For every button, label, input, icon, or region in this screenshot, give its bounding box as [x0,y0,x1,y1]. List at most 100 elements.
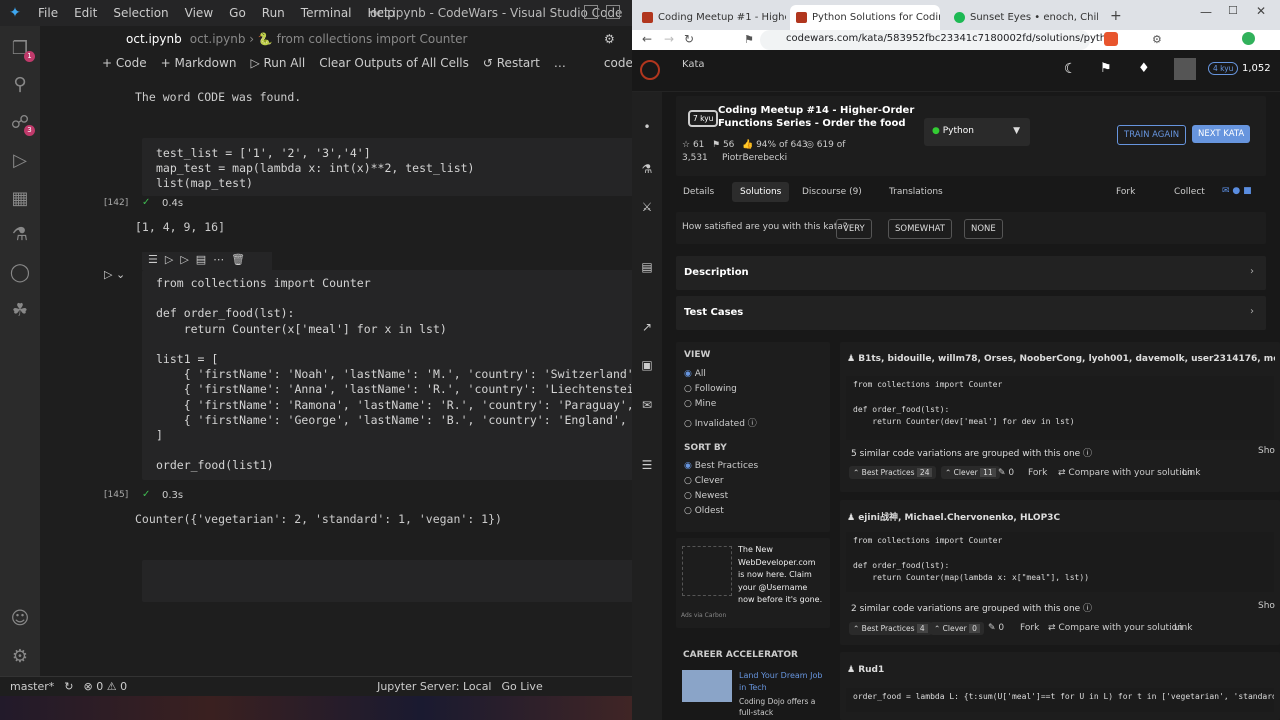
view-all-radio[interactable]: ◉ All [684,369,706,379]
github-icon[interactable]: ◯ [9,262,31,284]
run-debug-icon[interactable]: ▷ [9,150,31,172]
menu-run[interactable]: Run [254,6,293,20]
career-title[interactable]: Land Your Dream Job in Tech [739,670,825,694]
leaders-icon[interactable]: ↗ [640,320,654,334]
test-cases-accordion[interactable]: Test Cases › [676,296,1266,330]
tab-oct-ipynb[interactable]: oct.ipynb [126,32,182,46]
bookmark-icon[interactable]: ⚑ [1100,61,1112,76]
discord-icon[interactable]: ▣ [640,358,654,372]
restart-button[interactable]: ↺ Restart [483,56,540,70]
comments-count[interactable]: ✎ 0 [998,468,1014,478]
maximize-icon[interactable]: ☐ [1228,4,1238,17]
show-link[interactable]: Sho [1258,601,1275,611]
compare-link[interactable]: ⇄ Compare with your solution [1048,623,1183,633]
rate-none-button[interactable]: NONE [964,219,1003,239]
tab-solutions[interactable]: Solutions [732,182,790,202]
layout-panel-icon[interactable] [606,5,620,19]
more-actions-button[interactable]: … [554,56,566,70]
menu-file[interactable]: File [30,6,66,20]
sort-oldest-radio[interactable]: ○ Oldest [684,506,724,516]
extensions-icon[interactable]: ⚙ [1152,33,1162,46]
view-following-radio[interactable]: ○ Following [684,384,737,394]
best-practices-vote[interactable]: ⌃ Best Practices 24 [849,466,937,479]
minimize-icon[interactable]: — [1200,5,1212,19]
extensions-icon[interactable]: ▦ [9,188,31,210]
run-cell-icon[interactable]: ▷ ⌄ [104,268,125,281]
run-all-button[interactable]: ▷ Run All [250,56,305,70]
solution-authors[interactable]: ♟ B1ts, bidouille, willm78, Orses, Noobe… [847,354,1275,364]
collect-button[interactable]: Collect [1174,187,1205,197]
chat-icon[interactable]: ✉ [640,398,654,412]
view-mine-radio[interactable]: ○ Mine [684,399,716,409]
go-live-button[interactable]: Go Live [502,680,543,693]
gear-icon[interactable]: ⚙ [604,32,615,46]
best-practices-vote[interactable]: ⌃ Best Practices 4 [849,622,932,635]
docs-icon[interactable]: ☰ [640,458,654,472]
layout-toggle-icon[interactable] [584,5,598,19]
fork-link[interactable]: Fork [1020,623,1039,633]
tab-translations[interactable]: Translations [889,187,943,197]
rate-very-button[interactable]: VERY [836,219,872,239]
show-link[interactable]: Sho [1258,446,1275,456]
train-again-button[interactable]: TRAIN AGAIN [1117,125,1187,145]
practice-icon[interactable]: ⚗ [640,162,654,176]
kernel-selector[interactable]: codewars (Pyt [604,56,632,70]
tab-discourse[interactable]: Discourse (9) [802,187,862,197]
python-icon[interactable]: ☘ [9,300,31,322]
testing-icon[interactable]: ⚗ [9,224,31,246]
share-icons[interactable]: ✉ ● ■ [1222,186,1252,196]
link[interactable]: Link [1182,468,1200,478]
view-invalidated-checkbox[interactable]: ○ Invalidated ⓘ [684,416,757,429]
profile-icon[interactable] [1242,32,1255,45]
avatar[interactable] [1174,58,1196,80]
branch-indicator[interactable]: master* [10,680,54,693]
dark-mode-icon[interactable]: ☾ [1064,61,1077,77]
explorer-icon[interactable]: ❐ 1 [9,38,35,62]
jobs-icon[interactable]: ▤ [640,260,654,274]
empty-cell[interactable] [142,560,632,602]
clever-vote[interactable]: ⌃ Clever 0 [930,622,984,635]
fork-link[interactable]: Fork [1028,468,1047,478]
menu-view[interactable]: View [177,6,221,20]
add-code-button[interactable]: + Code [102,56,147,70]
notifications-bell-icon[interactable]: ♦ [1138,61,1150,76]
menu-selection[interactable]: Selection [105,6,176,20]
settings-gear-icon[interactable]: ⚙ [9,646,31,668]
forward-icon[interactable]: → [664,32,674,46]
next-kata-button[interactable]: NEXT KATA [1192,125,1251,143]
brave-shield-icon[interactable] [1104,32,1118,46]
sync-icon[interactable]: ↻ [64,680,73,693]
problems-indicator[interactable]: ⊗ 0 ⚠ 0 [84,680,128,693]
browser-tab[interactable]: Coding Meetup #1 - Higher-Order F [636,5,786,30]
codewars-logo-icon[interactable] [640,60,660,80]
browser-tab[interactable]: Sunset Eyes • enoch, Chill Select [948,5,1098,30]
sort-best-practices-radio[interactable]: ◉ Best Practices [684,461,758,471]
compete-icon[interactable]: ⚔ [640,200,654,214]
solution-authors[interactable]: ♟ Rud1 [847,665,884,675]
menu-edit[interactable]: Edit [66,6,105,20]
comments-count[interactable]: ✎ 0 [988,623,1004,633]
jupyter-server-status[interactable]: Jupyter Server: Local [377,680,491,693]
search-icon[interactable]: ⚲ [9,74,31,96]
address-bar[interactable]: codewars.com/kata/583952fbc23341c7180002… [760,30,1119,50]
back-icon[interactable]: ← [642,32,652,46]
ad-text[interactable]: The New WebDeveloper.com is now here. Cl… [738,544,824,607]
rate-somewhat-button[interactable]: SOMEWHAT [888,219,952,239]
sort-clever-radio[interactable]: ○ Clever [684,476,724,486]
clever-vote[interactable]: ⌃ Clever 11 [941,466,1000,479]
menu-go[interactable]: Go [221,6,254,20]
tab-details[interactable]: Details [683,187,714,197]
fork-button[interactable]: Fork [1116,187,1135,197]
ad-via[interactable]: Ads via Carbon [681,612,726,619]
source-control-icon[interactable]: ☍ 3 [9,112,35,136]
breadcrumb[interactable]: oct.ipynb › 🐍 from collections import Co… [190,32,468,46]
new-tab-icon[interactable]: + [1110,8,1122,24]
home-icon[interactable]: • [640,120,654,134]
add-markdown-button[interactable]: + Markdown [161,56,237,70]
clear-outputs-button[interactable]: Clear Outputs of All Cells [319,56,469,70]
description-accordion[interactable]: Description › [676,256,1266,290]
browser-tab-active[interactable]: Python Solutions for Coding Me [790,5,940,30]
solution-authors[interactable]: ♟ ejini战神, Michael.Chervonenko, HLOP3C [847,510,1060,523]
language-selector[interactable]: ● Python ▼ [924,118,1030,146]
bookmark-icon[interactable]: ⚑ [744,33,754,46]
